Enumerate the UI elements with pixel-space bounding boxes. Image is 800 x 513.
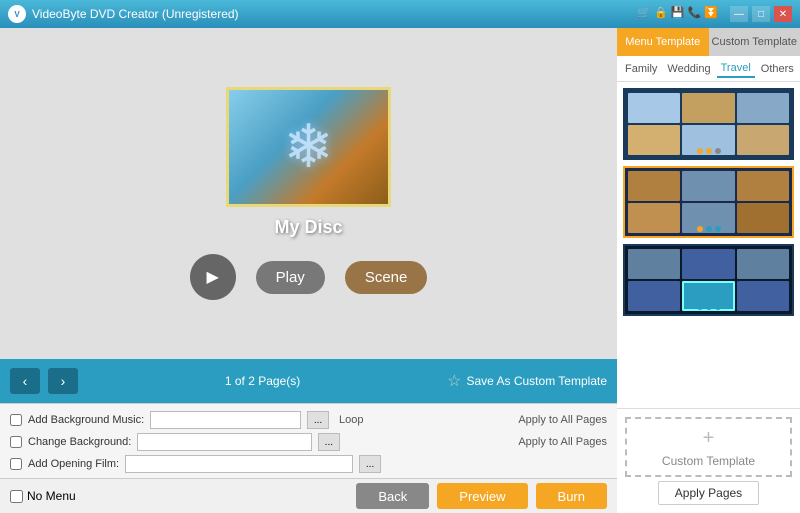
tmpl3-cell6 [737,281,789,311]
bg-change-checkbox[interactable] [10,436,22,448]
bottom-controls: Add Background Music: ... Loop Apply to … [0,403,617,478]
tmpl1-cell4 [628,125,680,155]
bg-change-row: Change Background: ... Apply to All Page… [10,431,607,453]
tmpl2-cell2 [682,171,734,201]
tmpl1-cell1 [628,93,680,123]
dot1 [697,148,703,154]
apply-pages-button[interactable]: Apply Pages [658,481,759,505]
tmpl1-cell6 [737,125,789,155]
play-button[interactable]: ▶ [190,254,236,300]
preview-button[interactable]: Preview [437,483,527,509]
disc-thumbnail: ❄ [226,87,391,207]
dot2 [706,304,712,310]
tmpl3-cell3 [737,249,789,279]
right-panel: Menu Template Custom Template Family Wed… [617,28,800,513]
custom-template-button[interactable]: + Custom Template [625,417,792,477]
tmpl3-dots [697,304,721,310]
no-menu-label: No Menu [27,489,76,503]
snowflake-icon: ❄ [283,112,333,182]
bg-change-label: Change Background: [28,436,131,448]
dot2 [706,148,712,154]
bg-change-apply-label: Apply to All Pages [518,436,607,448]
back-button[interactable]: Back [356,483,429,509]
dot2 [706,226,712,232]
dot1 [697,304,703,310]
tmpl3-cell2 [682,249,734,279]
plus-icon: + [703,427,715,450]
dot3 [715,304,721,310]
app-title: VideoByte DVD Creator (Unregistered) [32,7,637,21]
custom-template-tab[interactable]: Custom Template [709,28,800,56]
close-button[interactable]: ✕ [774,6,792,22]
tmpl2-cell3 [737,171,789,201]
bg-music-apply-label: Apply to All Pages [518,414,607,426]
preview-nav-bar: ‹ › 1 of 2 Page(s) ☆ Save As Custom Temp… [0,359,617,403]
opening-film-input[interactable] [125,455,353,473]
tmpl3-cell4 [628,281,680,311]
template-type-tabs: Menu Template Custom Template [617,28,800,56]
tmpl3-cell1 [628,249,680,279]
opening-film-browse-button[interactable]: ... [359,455,381,473]
dot3 [715,226,721,232]
minimize-button[interactable]: — [730,6,748,22]
tmpl1-cell2 [682,93,734,123]
menu-template-tab[interactable]: Menu Template [617,28,709,56]
bg-music-input[interactable] [150,411,301,429]
preview-canvas: ❄ My Disc ▶ Play Scene [0,28,617,359]
dot3 [715,148,721,154]
template-item-3[interactable] [623,244,794,316]
app-logo: V [8,5,26,23]
loop-label: Loop [339,414,363,426]
custom-template-label: Custom Template [662,454,755,468]
bg-music-browse-button[interactable]: ... [307,411,329,429]
custom-template-section: + Custom Template Apply Pages [617,408,800,513]
category-family[interactable]: Family [621,61,661,77]
tmpl1-dots [697,148,721,154]
tmpl2-cell6 [737,203,789,233]
category-wedding[interactable]: Wedding [663,61,714,77]
scene-button[interactable]: Scene [345,261,428,294]
titlebar: V VideoByte DVD Creator (Unregistered) 🛒… [0,0,800,28]
tmpl2-cell1 [628,171,680,201]
main-area: ❄ My Disc ▶ Play Scene ‹ › 1 of 2 Page(s… [0,28,800,513]
no-menu-container: No Menu [10,489,76,503]
no-menu-checkbox[interactable] [10,490,23,503]
category-travel[interactable]: Travel [717,60,755,78]
burn-button[interactable]: Burn [536,483,607,509]
opening-film-checkbox[interactable] [10,458,22,470]
star-icon: ☆ [447,371,461,391]
tmpl1-cell3 [737,93,789,123]
dot1 [697,226,703,232]
bg-music-label: Add Background Music: [28,414,144,426]
category-others[interactable]: Others [757,61,798,77]
window-controls: 🛒 🔒 💾 📞 ⏬ — □ ✕ [637,6,792,22]
template-item-1[interactable] [623,88,794,160]
tmpl2-dots [697,226,721,232]
left-panel: ❄ My Disc ▶ Play Scene ‹ › 1 of 2 Page(s… [0,28,617,513]
maximize-button[interactable]: □ [752,6,770,22]
opening-film-row: Add Opening Film: ... [10,453,607,475]
template-item-2[interactable] [623,166,794,238]
save-custom-template-button[interactable]: ☆ Save As Custom Template [447,371,607,391]
next-page-button[interactable]: › [48,368,78,394]
page-indicator: 1 of 2 Page(s) [86,374,439,388]
bg-change-input[interactable] [137,433,311,451]
prev-page-button[interactable]: ‹ [10,368,40,394]
opening-film-label: Add Opening Film: [28,458,119,470]
bg-music-row: Add Background Music: ... Loop Apply to … [10,409,607,431]
disc-title: My Disc [274,217,342,238]
bg-change-browse-button[interactable]: ... [318,433,340,451]
tmpl2-cell4 [628,203,680,233]
bg-music-checkbox[interactable] [10,414,22,426]
category-tabs: Family Wedding Travel Others ► [617,56,800,82]
template-list [617,82,800,408]
playback-controls: ▶ Play Scene [190,254,428,300]
save-label: Save As Custom Template [466,374,607,388]
action-bar: No Menu Back Preview Burn [0,478,617,513]
play-label-button[interactable]: Play [256,261,325,294]
